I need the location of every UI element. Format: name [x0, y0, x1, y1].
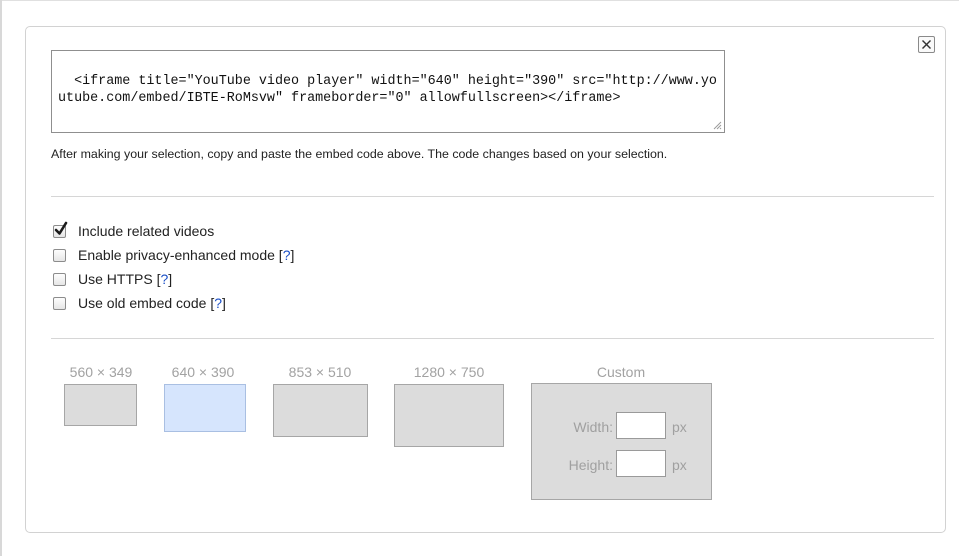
custom-height-row: Height: px	[532, 450, 713, 480]
option-use-https[interactable]: Use HTTPS [?]	[53, 267, 294, 291]
close-button[interactable]	[918, 36, 935, 53]
embed-code-textarea[interactable]: <iframe title="YouTube video player" wid…	[51, 50, 725, 133]
size-preview-box-selected[interactable]	[164, 384, 246, 432]
custom-size-label: Custom	[596, 364, 646, 380]
checkmark-icon	[54, 221, 68, 235]
size-preview-box[interactable]	[394, 384, 504, 447]
window-left-edge	[0, 0, 2, 556]
checkbox-privacy-mode[interactable]	[53, 248, 66, 262]
checkbox-use-https[interactable]	[53, 272, 66, 286]
option-old-embed[interactable]: Use old embed code [?]	[53, 291, 294, 315]
custom-width-row: Width: px	[532, 412, 713, 442]
help-bracket: ]	[168, 271, 173, 287]
embed-code-text: <iframe title="YouTube video player" wid…	[58, 74, 717, 106]
width-unit: px	[672, 419, 687, 435]
help-link-old-embed[interactable]: ?	[214, 295, 222, 311]
option-include-related[interactable]: Include related videos	[53, 219, 294, 243]
option-label: Enable privacy-enhanced mode	[78, 247, 275, 263]
size-preview-box[interactable]	[64, 384, 137, 426]
help-link-privacy[interactable]: ?	[283, 247, 291, 263]
help-bracket: ]	[222, 295, 226, 311]
checkbox-old-embed[interactable]	[53, 296, 66, 310]
help-bracket: ]	[290, 247, 295, 263]
custom-size-box: Width: px Height: px	[531, 383, 712, 500]
height-label: Height:	[568, 457, 613, 473]
option-label: Use HTTPS	[78, 271, 153, 287]
size-label: 640 × 390	[171, 364, 235, 380]
embed-options: Include related videos Enable privacy-en…	[53, 219, 294, 315]
height-unit: px	[672, 457, 687, 473]
size-preview-box[interactable]	[273, 384, 368, 437]
size-label: 560 × 349	[69, 364, 133, 380]
width-label: Width:	[573, 419, 613, 435]
embed-help-text: After making your selection, copy and pa…	[51, 147, 668, 161]
custom-width-input[interactable]	[616, 412, 666, 439]
checkbox-include-related[interactable]	[53, 221, 68, 238]
option-label: Use old embed code	[78, 295, 207, 311]
help-link-https[interactable]: ?	[160, 271, 168, 287]
divider-top	[51, 196, 934, 197]
option-label: Include related videos	[78, 223, 215, 239]
close-icon	[922, 40, 931, 49]
option-privacy-mode[interactable]: Enable privacy-enhanced mode [?]	[53, 243, 294, 267]
size-label: 1280 × 750	[413, 364, 485, 380]
size-label: 853 × 510	[288, 364, 352, 380]
window-top-edge	[0, 0, 959, 1]
custom-height-input[interactable]	[616, 450, 666, 477]
divider-bottom	[51, 338, 934, 339]
resize-grip-icon[interactable]	[713, 121, 722, 130]
